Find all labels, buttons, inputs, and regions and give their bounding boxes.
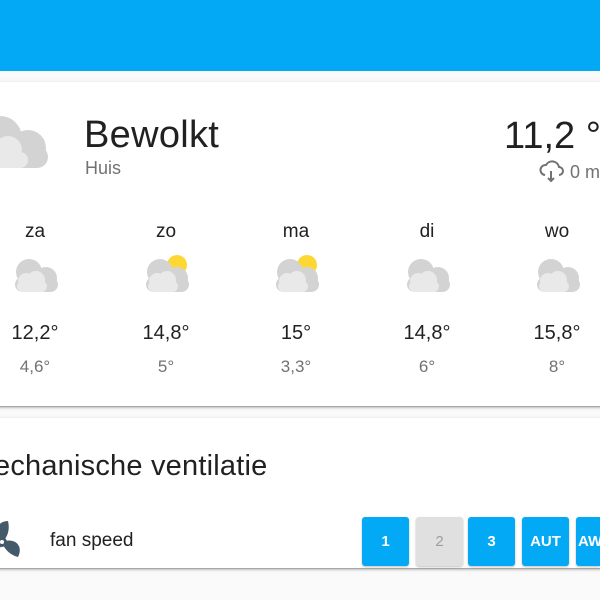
forecast-low: 4,6° <box>19 357 51 376</box>
precipitation: 0 m <box>538 160 600 184</box>
forecast-high: 15,8° <box>533 322 581 344</box>
weather-condition: Bewolkt <box>84 114 220 156</box>
forecast-low: 5° <box>157 357 175 376</box>
forecast-low: 3,3° <box>280 357 312 376</box>
card-title: echanische ventilatie <box>0 450 268 482</box>
forecast-day-name: ma <box>282 221 310 242</box>
fan-speed-auto-button[interactable]: AUT <box>522 517 569 566</box>
cloudy-icon <box>0 116 48 168</box>
forecast-high: 15° <box>280 322 312 344</box>
fan-speed-away-button[interactable]: AW <box>576 517 600 566</box>
forecast-day-name: di <box>419 221 435 242</box>
fan-speed-3-button[interactable]: 3 <box>468 517 515 566</box>
fan-speed-label: fan speed <box>50 530 134 551</box>
forecast-low: 6° <box>418 357 436 376</box>
current-temperature: 11,2 ° <box>504 115 600 157</box>
cloudy-icon <box>15 259 58 292</box>
fan-icon <box>0 521 20 557</box>
partly-cloudy-icon <box>276 255 319 292</box>
weather-location: Huis <box>85 158 122 178</box>
partly-cloudy-icon <box>146 255 189 292</box>
fan-speed-2-button[interactable]: 2 <box>416 517 463 566</box>
forecast-high: 14,8° <box>403 322 451 344</box>
forecast-high: 12,2° <box>11 322 59 344</box>
precipitation-value: 0 m <box>570 161 600 182</box>
forecast-high: 14,8° <box>142 322 190 344</box>
forecast-day-name: wo <box>544 221 570 242</box>
forecast-day-name: zo <box>155 221 177 242</box>
forecast-day-name: za <box>24 221 46 242</box>
fan-speed-1-button[interactable]: 1 <box>362 517 409 566</box>
rain-cloud-icon <box>539 160 564 183</box>
cloudy-icon <box>537 259 580 292</box>
forecast-low: 8° <box>548 357 566 376</box>
app-header-bar <box>0 0 600 71</box>
cloudy-icon <box>407 259 450 292</box>
